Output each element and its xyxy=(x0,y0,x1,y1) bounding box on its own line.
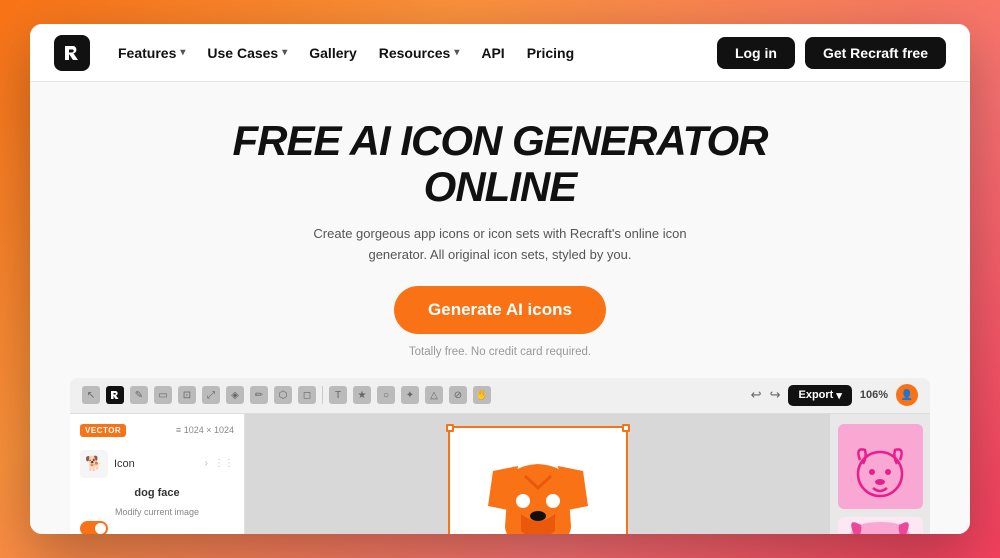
text-icon[interactable]: T xyxy=(329,386,347,404)
app-preview: ↖ ✎ ▭ ⊡ ⤢ ◈ ✏ ⬡ ◻ T ★ ○ ✦ △ xyxy=(70,378,930,534)
item-arrow-icon: › xyxy=(205,458,208,469)
nav-item-gallery[interactable]: Gallery xyxy=(309,45,356,61)
brush-icon[interactable]: ✏ xyxy=(250,386,268,404)
nav-links: Features ▾ Use Cases ▾ Gallery Resources… xyxy=(118,45,689,61)
star-icon[interactable]: ★ xyxy=(353,386,371,404)
modify-toggle[interactable] xyxy=(80,521,108,534)
nav-actions: Log in Get Recraft free xyxy=(717,37,946,69)
recraft-icon[interactable] xyxy=(106,386,124,404)
vector-badge: VECTOR xyxy=(80,424,126,437)
node-icon[interactable]: ◈ xyxy=(226,386,244,404)
chevron-down-icon: ▾ xyxy=(180,47,185,58)
hand-icon[interactable]: ✋ xyxy=(473,386,491,404)
app-toolbar: ↖ ✎ ▭ ⊡ ⤢ ◈ ✏ ⬡ ◻ T ★ ○ ✦ △ xyxy=(70,378,930,414)
magic-icon[interactable]: ✦ xyxy=(401,386,419,404)
canvas-area: VECTOR ≡ 1024 × 1024 🐕 Icon › ⋮⋮ dog fac… xyxy=(70,414,930,534)
frame-icon[interactable]: ⊡ xyxy=(178,386,196,404)
sidebar-header: VECTOR ≡ 1024 × 1024 xyxy=(80,424,234,437)
generate-button[interactable]: Generate AI icons xyxy=(394,286,606,334)
chevron-down-icon: ▾ xyxy=(282,47,287,58)
browser-window: Features ▾ Use Cases ▾ Gallery Resources… xyxy=(30,24,970,534)
circle-icon[interactable]: ○ xyxy=(377,386,395,404)
navbar: Features ▾ Use Cases ▾ Gallery Resources… xyxy=(30,24,970,82)
item-dots-icon: ⋮⋮ xyxy=(214,458,234,469)
nav-item-resources[interactable]: Resources ▾ xyxy=(379,45,460,61)
handle-top-left[interactable] xyxy=(446,424,454,432)
shape-icon[interactable]: △ xyxy=(425,386,443,404)
redo-button[interactable]: ↪ xyxy=(770,387,781,403)
dims-label: ≡ 1024 × 1024 xyxy=(176,425,234,435)
nav-item-features[interactable]: Features ▾ xyxy=(118,45,185,61)
pink-card-2 xyxy=(838,517,923,534)
eraser-icon[interactable]: ◻ xyxy=(298,386,316,404)
toolbar-right: ↩ ↪ Export ▾ 106% 👤 xyxy=(751,384,918,406)
dog-icon-svg xyxy=(478,451,598,534)
paint-icon[interactable]: ⬡ xyxy=(274,386,292,404)
hero-title: FREE AI ICON GENERATOR ONLINE xyxy=(50,118,950,210)
sidebar-panel: VECTOR ≡ 1024 × 1024 🐕 Icon › ⋮⋮ dog fac… xyxy=(70,414,245,534)
nav-item-use-cases[interactable]: Use Cases ▾ xyxy=(207,45,287,61)
zoom-level: 106% xyxy=(860,389,888,401)
cursor-icon[interactable]: ↖ xyxy=(82,386,100,404)
user-avatar[interactable]: 👤 xyxy=(896,384,918,406)
pink-card-1 xyxy=(838,424,923,509)
toggle-row xyxy=(80,521,234,534)
logo[interactable] xyxy=(54,35,90,71)
chevron-down-icon: ▾ xyxy=(454,47,459,58)
nav-item-pricing[interactable]: Pricing xyxy=(527,45,574,61)
hero-note: Totally free. No credit card required. xyxy=(50,346,950,358)
main-canvas xyxy=(245,414,830,534)
login-button[interactable]: Log in xyxy=(717,37,795,69)
rect-icon[interactable]: ▭ xyxy=(154,386,172,404)
handle-top-right[interactable] xyxy=(622,424,630,432)
item-label: Icon xyxy=(114,458,135,470)
dog-mini-icon: 🐕 xyxy=(80,450,108,478)
right-panel xyxy=(830,414,930,534)
canvas-card xyxy=(448,426,628,534)
modify-label: Modify current image xyxy=(80,507,234,517)
nav-item-api[interactable]: API xyxy=(481,45,504,61)
undo-button[interactable]: ↩ xyxy=(751,387,762,403)
divider xyxy=(322,386,323,404)
slice-icon[interactable]: ⊘ xyxy=(449,386,467,404)
export-button[interactable]: Export ▾ xyxy=(788,385,851,406)
pen-icon[interactable]: ✎ xyxy=(130,386,148,404)
move-icon[interactable]: ⤢ xyxy=(202,386,220,404)
dog-face-label: dog face xyxy=(80,483,234,507)
get-recraft-button[interactable]: Get Recraft free xyxy=(805,37,946,69)
hero-subtitle: Create gorgeous app icons or icon sets w… xyxy=(310,224,690,266)
hero-section: FREE AI ICON GENERATOR ONLINE Create gor… xyxy=(30,82,970,534)
sidebar-item-row: 🐕 Icon › ⋮⋮ xyxy=(80,445,234,483)
